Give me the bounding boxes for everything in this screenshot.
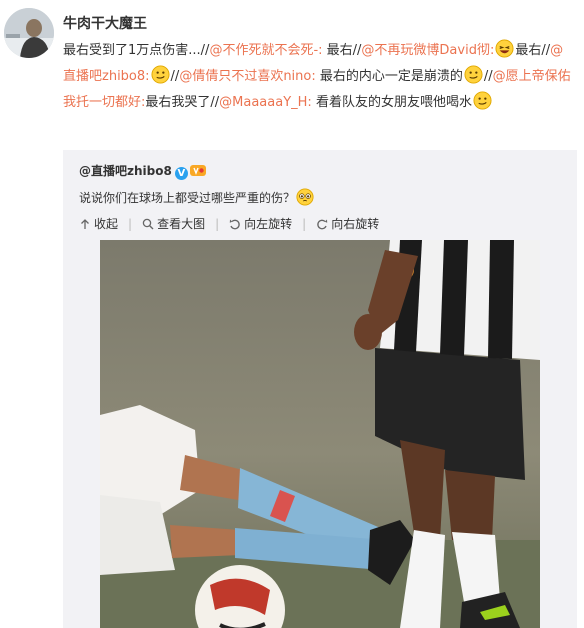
- vip-icon[interactable]: [189, 164, 206, 177]
- post-text: 最右//: [322, 43, 362, 58]
- rotate-left-icon: [229, 219, 240, 229]
- smirk-emoji-icon: [151, 65, 170, 84]
- search-icon: [142, 218, 154, 229]
- post-photo[interactable]: [100, 240, 540, 628]
- post-text: 最右//: [515, 43, 551, 58]
- rotate-right-button[interactable]: 向右旋转: [316, 215, 379, 232]
- divider: |: [128, 216, 133, 231]
- divider: |: [215, 216, 220, 231]
- post-text: 看着队友的女朋友喂他喝水: [311, 95, 472, 110]
- mention-link[interactable]: @不再玩微博David彻:: [361, 43, 494, 58]
- view-large-button[interactable]: 查看大图: [142, 215, 205, 232]
- post-text: //: [170, 69, 180, 84]
- rotate-left-button[interactable]: 向左旋转: [229, 215, 292, 232]
- rotate-left-label: 向左旋转: [244, 217, 293, 231]
- rotate-right-label: 向右旋转: [331, 217, 380, 231]
- laughing-emoji-icon: [495, 39, 514, 58]
- post-text: 最右我哭了//: [145, 95, 220, 110]
- post-text: 最右受到了1万点伤害...//: [63, 43, 210, 58]
- collapse-label: 收起: [94, 217, 119, 231]
- image-actions: 收起 | 查看大图 | 向左旋转 | 向右旋转: [79, 215, 389, 232]
- repost-author[interactable]: @直播吧zhibo8 V: [79, 162, 206, 180]
- collapse-icon: [81, 218, 89, 229]
- author-name[interactable]: 牛肉干大魔王: [63, 13, 147, 33]
- mention-link[interactable]: @倩倩只不过喜欢nino:: [179, 69, 315, 84]
- repost-author-name[interactable]: @直播吧zhibo8: [79, 164, 172, 178]
- mention-link[interactable]: @不作死就不会死-:: [209, 43, 322, 58]
- post-content: 最右受到了1万点伤害...//@不作死就不会死-: 最右//@不再玩微博Davi…: [63, 38, 573, 116]
- post-text: //: [483, 69, 493, 84]
- repost-text: 说说你们在球场上都受过哪些严重的伤？: [79, 188, 315, 206]
- avatar[interactable]: [4, 8, 54, 58]
- divider: |: [302, 216, 307, 231]
- collapse-button[interactable]: 收起: [79, 215, 118, 232]
- repost-text-content: 说说你们在球场上都受过哪些严重的伤？: [79, 191, 296, 205]
- weibo-post: 牛肉干大魔王 最右受到了1万点伤害...//@不作死就不会死-: 最右//@不再…: [0, 0, 584, 628]
- mention-link[interactable]: @MaaaaaY_H:: [219, 95, 312, 110]
- pleading-emoji-icon: [296, 188, 314, 206]
- smirk-emoji-icon: [464, 65, 483, 84]
- post-text: 最右的内心一定是崩溃的: [315, 69, 463, 84]
- verified-icon: V: [174, 167, 188, 180]
- smirk-emoji-icon: [473, 91, 492, 110]
- rotate-right-icon: [317, 219, 328, 229]
- view-large-label: 查看大图: [157, 217, 206, 231]
- repost-box: @直播吧zhibo8 V 说说你们在球场上都受过哪些严重的伤？ 收起 | 查看大图…: [63, 150, 577, 628]
